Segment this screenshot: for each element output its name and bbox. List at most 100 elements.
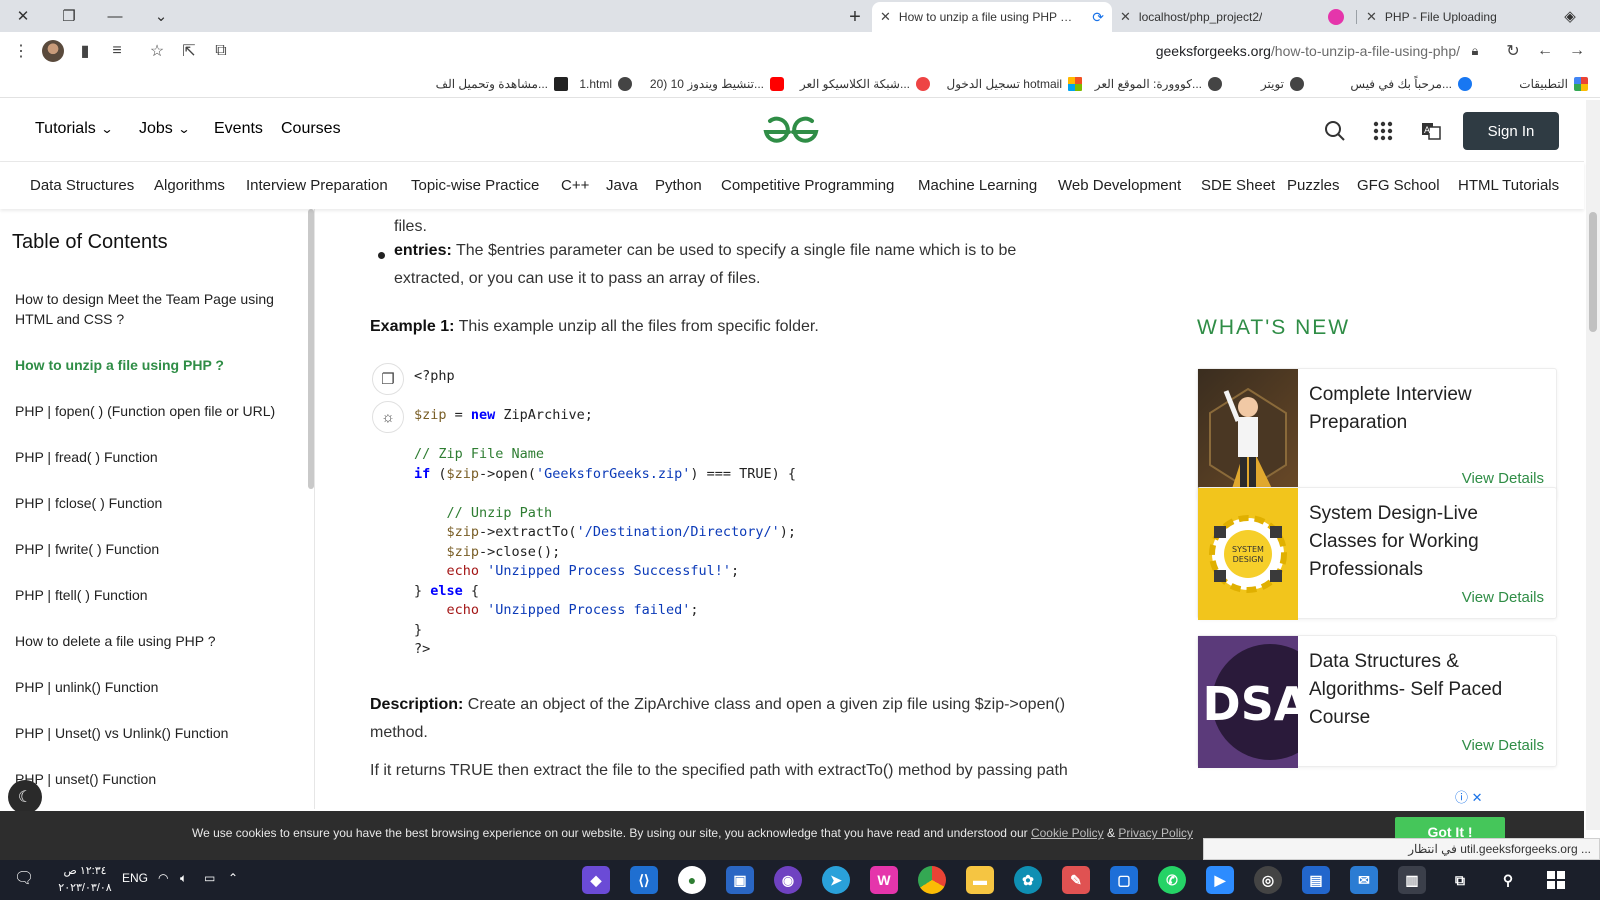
toc-item[interactable]: PHP | Unset() vs Unlink() Function: [15, 723, 295, 743]
category-machine-learning[interactable]: Machine Learning: [918, 177, 1037, 194]
nav-courses[interactable]: Courses: [281, 120, 341, 138]
tab-how-to-unzip[interactable]: ✕ How to unzip a file using PHP ? - ⟳: [872, 2, 1112, 32]
category-web-development[interactable]: Web Development: [1058, 177, 1181, 194]
zoom-icon[interactable]: ▶: [1206, 866, 1234, 894]
page-scrollbar[interactable]: [1586, 100, 1600, 830]
bookmark-star-icon[interactable]: ☆: [144, 38, 170, 64]
side-panel-icon[interactable]: ▮: [72, 38, 98, 64]
close-tab-icon[interactable]: ✕: [1366, 9, 1377, 25]
category-sde-sheet[interactable]: SDE Sheet: [1201, 177, 1275, 194]
category-python[interactable]: Python: [655, 177, 702, 194]
close-window-icon[interactable]: ✕: [0, 0, 46, 32]
vscode-icon[interactable]: ⟨⟩: [630, 866, 658, 894]
category-gfg-school[interactable]: GFG School: [1357, 177, 1440, 194]
start-windows-icon[interactable]: [1542, 866, 1570, 894]
store-icon[interactable]: ▤: [1302, 866, 1330, 894]
github-icon[interactable]: ◉: [774, 866, 802, 894]
mail-icon[interactable]: ✉: [1350, 866, 1378, 894]
keyboard-language[interactable]: ENG: [122, 871, 148, 885]
toc-item[interactable]: PHP | fopen( ) (Function open file or UR…: [15, 401, 295, 421]
file-explorer-icon[interactable]: ▬: [966, 866, 994, 894]
view-details-link[interactable]: View Details: [1462, 737, 1544, 754]
theme-sun-icon[interactable]: ☼: [372, 401, 404, 433]
bookmark-classico[interactable]: شبكة الكلاسيكو العر...: [800, 75, 930, 93]
copy-code-icon[interactable]: ❐: [372, 363, 404, 395]
notifications-icon[interactable]: 🗨︎: [14, 868, 34, 888]
wifi-icon[interactable]: ◠: [158, 871, 168, 885]
view-details-link[interactable]: View Details: [1462, 589, 1544, 606]
course-card[interactable]: DSA Data Structures & Algorithms- Self P…: [1197, 635, 1557, 768]
forward-icon[interactable]: →: [1564, 38, 1590, 64]
bookmark-hotmail[interactable]: تسجيل الدخول hotmail: [947, 75, 1082, 93]
whatsapp-icon[interactable]: ✆: [1158, 866, 1186, 894]
restore-window-icon[interactable]: ❐: [46, 0, 92, 32]
category-topic-wise-practice[interactable]: Topic-wise Practice: [411, 177, 539, 194]
translate-icon[interactable]: A: [1418, 118, 1444, 144]
close-tab-icon[interactable]: ✕: [1120, 9, 1131, 25]
tab-search-chevron-icon[interactable]: ⌄: [138, 0, 184, 32]
bookmark-kooora[interactable]: كووورة: الموقع العر...: [1095, 75, 1222, 93]
chrome-icon[interactable]: [918, 866, 946, 894]
bookmark-html-file[interactable]: 1.html: [579, 75, 632, 93]
toc-item[interactable]: PHP | ftell( ) Function: [15, 585, 295, 605]
shopping-bag-icon[interactable]: ▥: [1398, 866, 1426, 894]
category-html-tutorials[interactable]: HTML Tutorials: [1458, 177, 1559, 194]
category-java[interactable]: Java: [606, 177, 638, 194]
box-app-icon[interactable]: ▣: [726, 866, 754, 894]
category-interview-preparation[interactable]: Interview Preparation: [246, 177, 388, 194]
category-algorithms[interactable]: Algorithms: [154, 177, 225, 194]
course-card[interactable]: SYSTEM DESIGN System Design-Live Classes…: [1197, 487, 1557, 620]
apps-grid-icon[interactable]: [1370, 118, 1396, 144]
task-view-icon[interactable]: ⧉: [1446, 866, 1474, 894]
toc-item[interactable]: PHP | fwrite( ) Function: [15, 539, 295, 559]
bookmark-twitter[interactable]: تويتر: [1261, 75, 1304, 93]
chevron-up-icon[interactable]: ⌃: [228, 871, 238, 885]
telegram-icon[interactable]: ➤: [822, 866, 850, 894]
profile-avatar[interactable]: [42, 40, 64, 62]
category-competitive-programming[interactable]: Competitive Programming: [721, 177, 894, 194]
volume-icon[interactable]: 🔈︎: [180, 871, 187, 886]
toc-item[interactable]: How to design Meet the Team Page using H…: [15, 289, 295, 329]
lock-icon[interactable]: 🔒︎: [1462, 38, 1488, 64]
nav-events[interactable]: Events: [214, 120, 263, 138]
page-scrollbar-thumb[interactable]: [1589, 212, 1597, 332]
tab-localhost[interactable]: ✕ localhost/php_project2/: [1112, 2, 1352, 32]
category-puzzles[interactable]: Puzzles: [1287, 177, 1340, 194]
search-icon[interactable]: [1322, 118, 1348, 144]
new-tab-button[interactable]: +: [842, 4, 868, 30]
minimize-window-icon[interactable]: —: [92, 0, 138, 32]
reading-list-icon[interactable]: ≡: [104, 38, 130, 64]
nav-tutorials[interactable]: Tutorials ⌄: [35, 120, 113, 138]
sign-in-button[interactable]: Sign In: [1463, 112, 1559, 150]
nav-jobs[interactable]: Jobs ⌄: [139, 120, 190, 138]
close-tab-icon[interactable]: ✕: [880, 9, 891, 25]
cookie-policy-link[interactable]: Cookie Policy: [1031, 826, 1104, 840]
dark-mode-moon-icon[interactable]: ☾: [8, 780, 42, 814]
address-bar[interactable]: geeksforgeeks.org/how-to-unzip-a-file-us…: [1100, 39, 1460, 63]
app-green-icon[interactable]: ●: [678, 866, 706, 894]
phpstorm-icon[interactable]: W: [870, 866, 898, 894]
paint-icon[interactable]: ✎: [1062, 866, 1090, 894]
translate-page-icon[interactable]: ⧉: [208, 38, 234, 64]
media-player-icon[interactable]: ◎: [1254, 866, 1282, 894]
tab-php-file-uploading[interactable]: ✕ PHP - File Uploading: [1358, 2, 1538, 32]
toc-item[interactable]: PHP | unset() Function: [15, 769, 295, 789]
toc-item[interactable]: How to delete a file using PHP ?: [15, 631, 295, 651]
category-data-structures[interactable]: Data Structures: [30, 177, 134, 194]
clock[interactable]: ١٢:٣٤ ص ٢٠٢٣/٠٣/٠٨: [56, 863, 114, 897]
back-icon[interactable]: ←: [1532, 38, 1558, 64]
bookmark-watch-download[interactable]: مشاهدة وتحميل الف...: [436, 75, 568, 93]
privacy-policy-link[interactable]: Privacy Policy: [1118, 826, 1193, 840]
toc-item[interactable]: PHP | fread( ) Function: [15, 447, 295, 467]
chrome-logo-icon[interactable]: ◈: [1550, 0, 1590, 32]
toc-item[interactable]: PHP | unlink() Function: [15, 677, 295, 697]
course-card[interactable]: Complete Interview Preparation View Deta…: [1197, 368, 1557, 501]
ad-info-close-icon[interactable]: ⓘ ✕: [1455, 787, 1483, 806]
taskbar-search-icon[interactable]: ⚲: [1494, 866, 1522, 894]
battery-icon[interactable]: ▭: [204, 871, 215, 885]
app-yellow-box-icon[interactable]: ▢: [1110, 866, 1138, 894]
bookmark-activate-windows[interactable]: تنشيط ويندوز 10 (20...: [650, 75, 784, 93]
category-cpp[interactable]: C++: [561, 177, 589, 194]
share-icon[interactable]: ⇱: [176, 38, 202, 64]
app-blue-icon[interactable]: ✿: [1014, 866, 1042, 894]
